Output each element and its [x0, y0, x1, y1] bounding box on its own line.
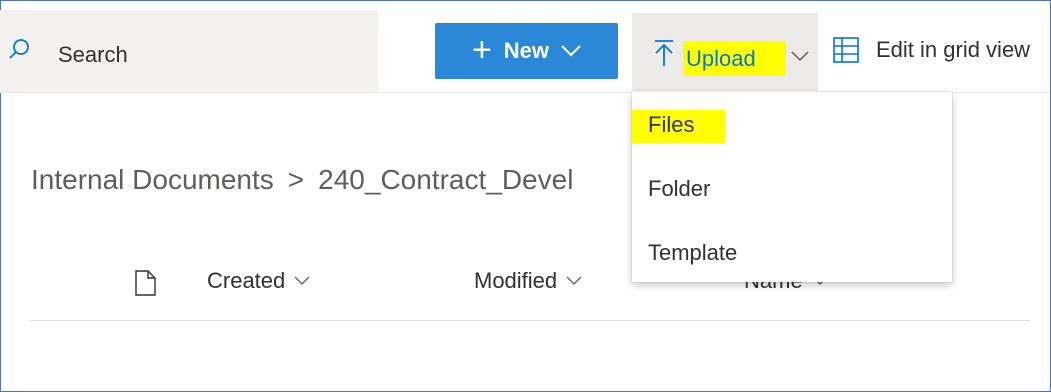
file-type-icon[interactable]	[135, 270, 156, 296]
search-label: Search	[58, 42, 128, 67]
menu-item-label: Files	[648, 112, 695, 137]
upload-dropdown-menu: Files Folder Template	[632, 92, 952, 282]
chevron-down-icon	[561, 45, 581, 57]
column-header-modified[interactable]: Modified	[474, 268, 582, 294]
breadcrumb-root[interactable]: Internal Documents	[31, 164, 274, 195]
breadcrumb-current: 240_Contract_Devel	[318, 164, 574, 195]
column-created-label: Created	[207, 268, 286, 293]
upload-icon	[655, 40, 673, 66]
upload-button[interactable]: Upload	[632, 13, 818, 91]
plus-icon: +	[471, 30, 492, 69]
search-icon	[9, 39, 29, 59]
menu-item-label: Template	[648, 240, 738, 265]
upload-button-label: Upload	[686, 46, 756, 71]
grid-icon	[833, 37, 859, 63]
new-button-label: New	[503, 38, 550, 63]
breadcrumb: Internal Documents >240_Contract_Devel	[31, 164, 573, 196]
list-divider	[30, 320, 1030, 321]
breadcrumb-separator: >	[287, 164, 305, 195]
menu-item-folder[interactable]: Folder	[632, 160, 952, 216]
chevron-down-icon	[566, 276, 582, 285]
edit-grid-view-label: Edit in grid view	[876, 37, 1031, 62]
menu-item-label: Folder	[648, 176, 711, 201]
edit-grid-view-button[interactable]: Edit in grid view	[833, 30, 1030, 70]
column-header-created[interactable]: Created	[207, 268, 310, 294]
chevron-down-icon	[294, 276, 310, 285]
menu-item-template[interactable]: Template	[632, 224, 952, 280]
new-button[interactable]: + New	[435, 23, 618, 79]
chevron-down-icon	[791, 51, 809, 62]
menu-item-files[interactable]: Files	[632, 96, 952, 152]
search-box[interactable]: Search	[0, 10, 378, 92]
column-modified-label: Modified	[474, 268, 558, 293]
